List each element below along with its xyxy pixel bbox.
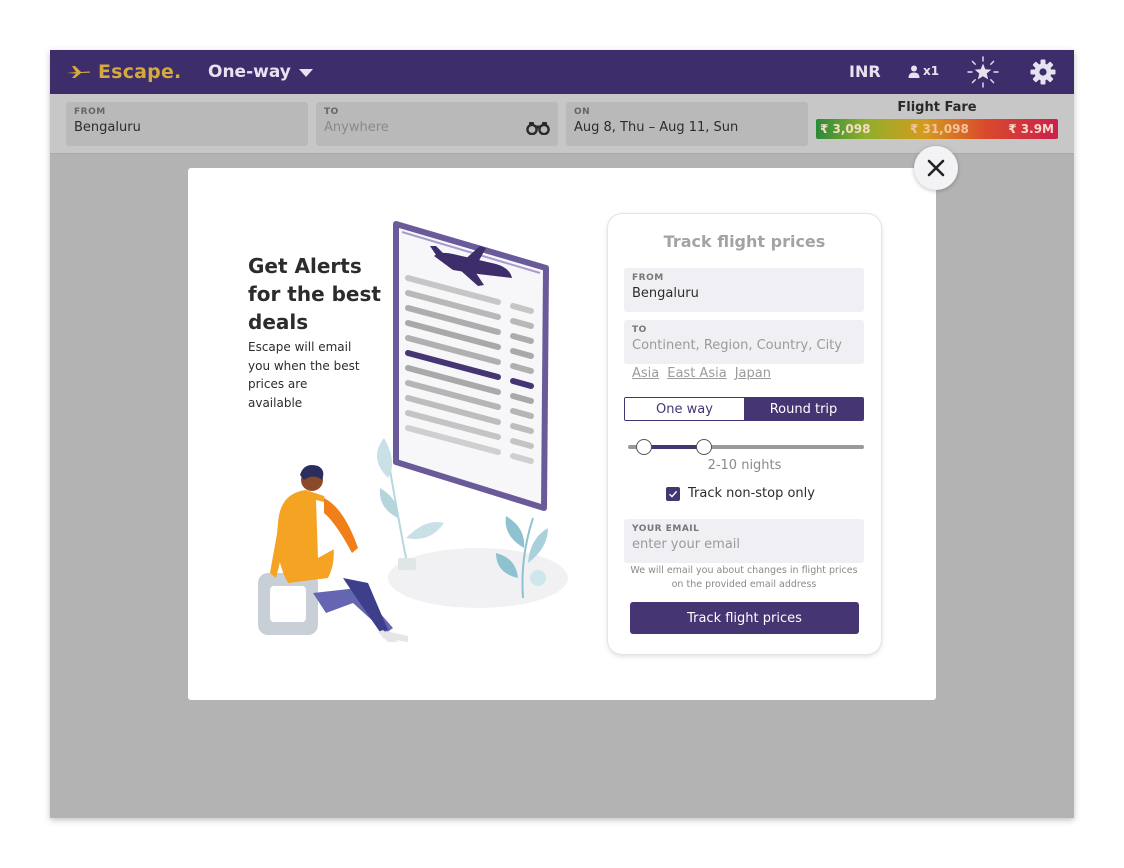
trip-type-dropdown[interactable]: One-way	[208, 61, 313, 83]
date-field[interactable]: ON Aug 8, Thu – Aug 11, Sun	[566, 102, 808, 146]
email-field[interactable]: YOUR EMAIL enter your email	[624, 519, 864, 563]
person-icon	[908, 65, 920, 78]
nonstop-checkbox[interactable]	[666, 486, 680, 501]
one-way-option[interactable]: One way	[625, 398, 744, 420]
to-placeholder: Anywhere	[324, 120, 389, 135]
slider-min-handle[interactable]	[635, 439, 652, 455]
date-value: Aug 8, Thu – Aug 11, Sun	[574, 120, 739, 135]
destination-suggestions: Asia East Asia Japan	[632, 366, 771, 381]
fare-low: ₹ 3,098	[820, 122, 871, 136]
close-icon	[927, 159, 945, 177]
track-to-field[interactable]: TO Continent, Region, Country, City	[624, 320, 864, 364]
binoculars-icon[interactable]	[526, 121, 550, 135]
nonstop-label: Track non-stop only	[688, 486, 815, 501]
track-panel-title: Track flight prices	[663, 232, 826, 251]
search-bar: FROM Bengaluru TO Anywhere ON Aug 8, Thu…	[50, 94, 1074, 154]
fare-title: Flight Fare	[897, 100, 977, 115]
track-to-label: TO	[632, 325, 647, 335]
email-placeholder: enter your email	[632, 537, 741, 552]
email-note: We will email you about changes in fligh…	[630, 565, 858, 590]
nights-range-slider[interactable]	[628, 439, 864, 455]
track-prices-panel: Track flight prices FROM Bengaluru TO Co…	[608, 214, 881, 654]
plane-icon	[67, 66, 91, 78]
nonstop-option[interactable]: Track non-stop only	[666, 486, 815, 501]
suggestion-japan[interactable]: Japan	[735, 366, 771, 381]
gear-icon	[1030, 59, 1056, 85]
from-value: Bengaluru	[74, 120, 141, 135]
suggestion-east-asia[interactable]: East Asia	[667, 366, 726, 381]
track-prices-button[interactable]: Track flight prices	[630, 602, 859, 634]
fare-gradient-bar: ₹ 3,098 ₹ 31,098 ₹ 3.9M	[816, 119, 1058, 139]
close-modal-button[interactable]	[914, 146, 958, 190]
logo[interactable]: Escape.	[66, 59, 181, 85]
price-alert-modal: Get Alerts for the best deals Escape wil…	[188, 168, 936, 700]
trip-type-label: One-way	[208, 62, 291, 82]
favorites-button[interactable]	[967, 56, 999, 88]
suggestion-asia[interactable]: Asia	[632, 366, 659, 381]
star-icon	[967, 56, 999, 88]
date-label: ON	[574, 107, 591, 117]
track-to-placeholder: Continent, Region, Country, City	[632, 338, 842, 353]
from-label: FROM	[74, 107, 106, 117]
track-from-label: FROM	[632, 273, 664, 283]
app-window: Escape. One-way INR x1 FROM Bengaluru TO…	[50, 50, 1074, 818]
round-trip-option[interactable]: Round trip	[744, 398, 863, 420]
alerts-illustration	[258, 221, 568, 642]
currency-selector[interactable]: INR	[849, 62, 881, 81]
passenger-selector[interactable]: x1	[908, 64, 939, 78]
fare-mid: ₹ 31,098	[909, 122, 969, 136]
top-bar: Escape. One-way INR x1	[50, 50, 1074, 94]
email-label: YOUR EMAIL	[632, 524, 700, 534]
chevron-down-icon	[298, 69, 313, 77]
logo-text: Escape.	[98, 61, 182, 83]
track-from-value: Bengaluru	[632, 286, 699, 301]
passenger-count: x1	[923, 64, 940, 78]
slider-fill	[643, 445, 705, 449]
to-field[interactable]: TO Anywhere	[316, 102, 558, 146]
from-field[interactable]: FROM Bengaluru	[66, 102, 308, 146]
to-label: TO	[324, 107, 339, 117]
trip-type-toggle: One way Round trip	[624, 397, 864, 421]
check-icon	[669, 490, 678, 498]
fare-high: ₹ 3.9M	[1008, 122, 1054, 136]
settings-button[interactable]	[1030, 59, 1056, 85]
flight-fare-legend: Flight Fare ₹ 3,098 ₹ 31,098 ₹ 3.9M	[816, 100, 1058, 139]
slider-max-handle[interactable]	[696, 439, 713, 455]
track-from-field[interactable]: FROM Bengaluru	[624, 268, 864, 312]
nights-label: 2-10 nights	[707, 458, 782, 473]
